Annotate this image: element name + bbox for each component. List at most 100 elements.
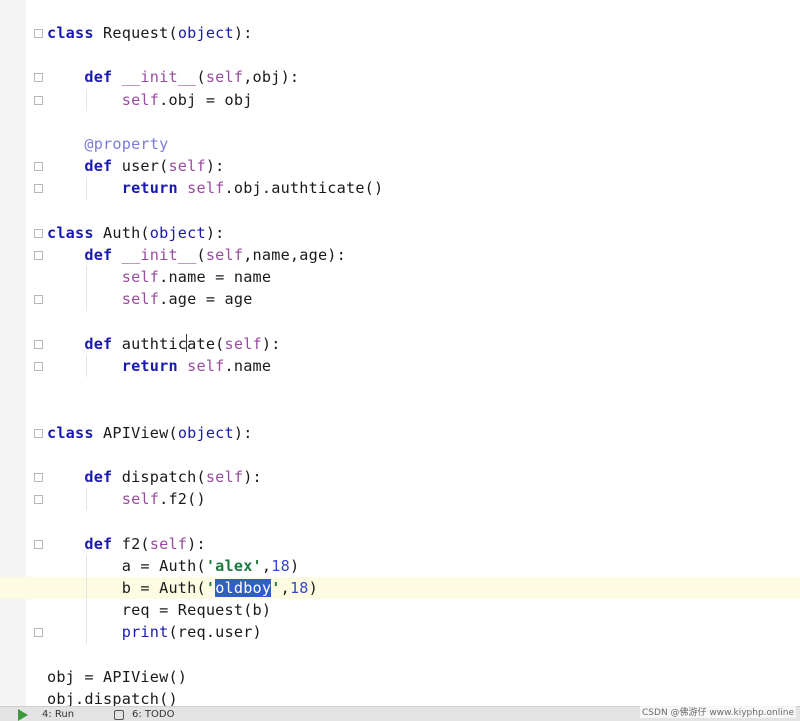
code-token: __init__ (121, 68, 197, 87)
code-token: .obj = obj (159, 90, 253, 109)
fold-marker-icon[interactable] (34, 228, 43, 238)
indent-guide (86, 355, 87, 378)
code-line[interactable]: def authticate(self): (0, 333, 800, 355)
code-token: self (168, 157, 206, 176)
fold-marker-icon[interactable] (34, 184, 43, 194)
code-token: ' (205, 579, 216, 597)
code-line[interactable]: class Auth(object): (0, 222, 800, 244)
code-token: ): (261, 334, 281, 353)
fold-marker-icon[interactable] (34, 162, 43, 172)
fold-marker-icon[interactable] (34, 628, 43, 638)
code-token: obj = APIView() (47, 667, 188, 686)
code-line[interactable]: def f2(self): (0, 533, 800, 555)
code-token: class (47, 24, 94, 42)
fold-marker-icon[interactable] (34, 473, 43, 482)
code-token: , (280, 579, 290, 597)
code-token: def (84, 468, 113, 486)
code-line[interactable]: class Request(object): (0, 22, 800, 44)
fold-marker-icon[interactable] (34, 251, 43, 260)
code-line-text: def dispatch(self): (47, 466, 262, 488)
code-line[interactable]: class APIView(object): (0, 422, 800, 444)
code-line-text: def __init__(self,name,age): (47, 244, 346, 266)
fold-marker-icon[interactable] (34, 29, 43, 38)
code-line[interactable] (0, 111, 800, 133)
indent-guide (86, 488, 87, 511)
fold-marker-icon[interactable] (34, 428, 43, 438)
code-token: return (121, 179, 178, 198)
fold-marker-icon[interactable] (34, 539, 43, 549)
code-line[interactable]: a = Auth('alex',18) (0, 555, 800, 577)
code-token: ): (243, 468, 262, 486)
code-line[interactable]: return self.obj.authticate() (0, 177, 800, 199)
code-line[interactable]: obj = APIView() (0, 666, 800, 688)
code-line[interactable]: def user(self): (0, 155, 800, 177)
fold-marker-icon[interactable] (34, 339, 43, 349)
fold-marker-icon[interactable] (34, 495, 43, 505)
code-line-text: class APIView(object): (47, 422, 253, 444)
code-line[interactable] (0, 644, 800, 666)
code-line[interactable]: def dispatch(self): (0, 466, 800, 488)
fold-marker-icon[interactable] (34, 362, 43, 371)
code-line[interactable] (0, 444, 800, 466)
indent-guide (86, 88, 87, 111)
code-token: ): (233, 24, 253, 42)
code-line[interactable]: def __init__(self,obj): (0, 66, 800, 88)
code-token: .name (224, 357, 272, 375)
code-line[interactable] (0, 311, 800, 333)
fold-marker-icon[interactable] (34, 73, 43, 83)
code-token: return (121, 357, 178, 375)
code-line[interactable] (0, 399, 800, 421)
code-line[interactable]: @property (0, 133, 800, 155)
fold-marker-icon[interactable] (34, 95, 43, 105)
code-token: Request( (93, 24, 178, 42)
code-line[interactable]: self.obj = obj (0, 89, 800, 111)
code-line[interactable] (0, 377, 800, 399)
code-line[interactable] (0, 44, 800, 66)
code-token: , (261, 556, 272, 575)
code-token: .f2() (159, 490, 206, 509)
code-line[interactable]: b = Auth('oldboy',18) (0, 577, 800, 599)
code-token: print (121, 623, 169, 642)
todo-tool-tab[interactable]: 6: TODO (112, 708, 174, 721)
fold-marker-icon[interactable] (34, 295, 43, 305)
code-token: APIView( (93, 423, 178, 442)
code-token: self (121, 290, 160, 309)
code-line-text: obj = APIView() (47, 666, 187, 688)
code-line[interactable]: return self.name (0, 355, 800, 377)
code-line[interactable]: print(req.user) (0, 621, 800, 643)
code-token: ): (233, 423, 253, 442)
code-line[interactable] (0, 510, 800, 532)
code-line[interactable]: req = Request(b) (0, 599, 800, 621)
code-line-text: def user(self): (47, 155, 225, 177)
run-tool-tab[interactable]: 4: Run (22, 708, 74, 721)
code-token: ) (289, 556, 300, 575)
code-token: object (177, 24, 234, 42)
code-token: self (205, 468, 244, 486)
code-token: def (84, 334, 113, 353)
code-token: ' (271, 579, 281, 597)
code-token: self (121, 268, 160, 287)
code-line[interactable]: self.name = name (0, 266, 800, 288)
code-token: Auth( (93, 223, 150, 242)
code-line[interactable]: self.age = age (0, 288, 800, 310)
code-line[interactable]: self.f2() (0, 488, 800, 510)
code-line[interactable] (0, 200, 800, 222)
code-token: ( (196, 68, 206, 87)
code-token: @property (84, 135, 169, 153)
code-line-text: class Auth(object): (47, 222, 225, 244)
code-line-text: self.f2() (47, 488, 206, 510)
code-token: self (187, 357, 225, 375)
code-line[interactable]: def __init__(self,name,age): (0, 244, 800, 266)
code-line-text: self.obj = obj (47, 89, 253, 111)
code-editor[interactable]: class Request(object): def __init__(self… (0, 0, 800, 708)
